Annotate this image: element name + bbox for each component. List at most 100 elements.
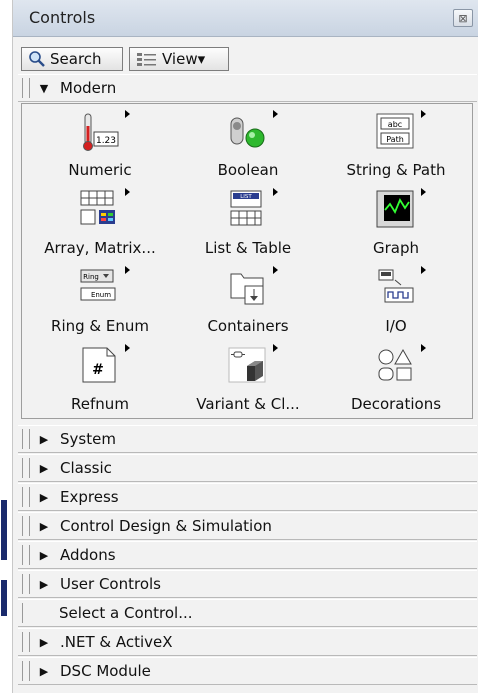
- section-user-controls[interactable]: ▶ User Controls: [18, 570, 477, 598]
- triangle-right-icon[interactable]: ▶: [34, 665, 54, 678]
- palette-item-variant-class[interactable]: Variant & Cl...: [178, 340, 318, 418]
- string-path-icon: abc Path: [376, 113, 414, 149]
- section-modern[interactable]: ▼ Modern: [18, 74, 477, 102]
- numeric-icon: 1.23: [83, 113, 119, 151]
- modern-palette-grid: 1.23 Numeric Boolean abc Path String & P…: [21, 103, 473, 419]
- submenu-arrow-icon: [421, 110, 426, 118]
- drag-grip-icon[interactable]: [22, 458, 30, 478]
- section-label: .NET & ActiveX: [60, 633, 173, 651]
- submenu-arrow-icon: [421, 188, 426, 196]
- list-icon-text: LIST: [240, 194, 252, 200]
- submenu-arrow-icon: [273, 344, 278, 352]
- triangle-right-icon[interactable]: ▶: [34, 433, 54, 446]
- palette-item-list-table[interactable]: LIST List & Table: [178, 184, 318, 262]
- graph-icon: [376, 190, 414, 228]
- triangle-right-icon[interactable]: ▶: [34, 636, 54, 649]
- palette-item-label: Boolean: [217, 161, 279, 179]
- section-control-design-simulation[interactable]: ▶ Control Design & Simulation: [18, 512, 477, 540]
- section-addons[interactable]: ▶ Addons: [18, 541, 477, 569]
- refnum-icon: #: [82, 347, 116, 383]
- submenu-arrow-icon: [273, 188, 278, 196]
- search-button-label: Search: [50, 50, 102, 68]
- palette-item-label: Containers: [207, 317, 289, 335]
- palette-item-graph[interactable]: Graph: [326, 184, 466, 262]
- drag-grip-icon[interactable]: [22, 78, 30, 98]
- triangle-right-icon[interactable]: ▶: [34, 549, 54, 562]
- ring-icon-text: Ring: [83, 273, 99, 281]
- section-system[interactable]: ▶ System: [18, 425, 477, 453]
- view-button[interactable]: View▾: [129, 47, 229, 71]
- section-label: System: [60, 430, 116, 448]
- toolbar: Search View▾: [13, 38, 478, 72]
- array-matrix-icon: [80, 190, 115, 225]
- controls-palette: Controls ⊠ Search View▾ ▼ Modern 1.23 Nu…: [12, 0, 478, 693]
- section-classic[interactable]: ▶ Classic: [18, 454, 477, 482]
- search-icon: [29, 51, 45, 67]
- edge-marker: [1, 500, 7, 560]
- section-net-activex[interactable]: ▶ .NET & ActiveX: [18, 628, 477, 656]
- list-table-icon: LIST: [230, 190, 262, 226]
- refnum-icon-text: #: [92, 362, 104, 378]
- palette-item-label: Numeric: [68, 161, 132, 179]
- triangle-right-icon[interactable]: ▶: [34, 462, 54, 475]
- section-label: DSC Module: [60, 662, 151, 680]
- drag-grip-icon[interactable]: [22, 545, 30, 565]
- section-label: Modern: [60, 79, 117, 97]
- palette-item-label: Graph: [372, 239, 419, 257]
- section-express[interactable]: ▶ Express: [18, 483, 477, 511]
- triangle-down-icon[interactable]: ▼: [34, 82, 54, 95]
- drag-grip-icon[interactable]: [22, 487, 30, 507]
- triangle-right-icon[interactable]: ▶: [34, 520, 54, 533]
- submenu-arrow-icon: [273, 266, 278, 274]
- titlebar: Controls ⊠: [13, 0, 478, 37]
- section-label: Express: [60, 488, 119, 506]
- submenu-arrow-icon: [125, 110, 130, 118]
- drag-grip-icon[interactable]: [22, 661, 30, 681]
- close-button[interactable]: ⊠: [453, 9, 473, 27]
- view-options-icon: [137, 53, 156, 66]
- drag-grip-icon[interactable]: [22, 516, 30, 536]
- boolean-icon: [230, 117, 265, 148]
- palette-item-numeric[interactable]: 1.23 Numeric: [30, 106, 170, 184]
- drag-grip-icon[interactable]: [22, 574, 30, 594]
- section-label: Classic: [60, 459, 112, 477]
- palette-item-decorations[interactable]: Decorations: [326, 340, 466, 418]
- palette-item-containers[interactable]: Containers: [178, 262, 318, 340]
- close-icon: ⊠: [458, 11, 468, 25]
- view-button-label: View▾: [162, 50, 206, 68]
- palette-item-ring-enum[interactable]: Ring Enum Ring & Enum: [30, 262, 170, 340]
- left-edge-strip: [0, 0, 12, 693]
- palette-item-refnum[interactable]: # Refnum: [30, 340, 170, 418]
- palette-item-string-path[interactable]: abc Path String & Path: [326, 106, 466, 184]
- palette-item-label: String & Path: [346, 161, 446, 179]
- string-icon-text: abc: [388, 120, 402, 129]
- section-select-a-control[interactable]: Select a Control...: [18, 599, 477, 627]
- path-icon-text: Path: [386, 135, 404, 144]
- drag-grip-icon[interactable]: [22, 429, 30, 449]
- search-button[interactable]: Search: [21, 47, 123, 71]
- palette-item-label: Decorations: [350, 395, 442, 413]
- palette-item-label: I/O: [385, 317, 407, 335]
- section-label: Control Design & Simulation: [60, 517, 272, 535]
- triangle-right-icon[interactable]: ▶: [34, 578, 54, 591]
- submenu-arrow-icon: [125, 266, 130, 274]
- submenu-arrow-icon: [273, 110, 278, 118]
- palette-item-io[interactable]: I/O: [326, 262, 466, 340]
- palette-item-array-matrix[interactable]: Array, Matrix...: [30, 184, 170, 262]
- edge-marker: [1, 580, 7, 616]
- window-title: Controls: [29, 8, 96, 27]
- submenu-arrow-icon: [421, 266, 426, 274]
- palette-item-label: List & Table: [204, 239, 292, 257]
- palette-item-boolean[interactable]: Boolean: [178, 106, 318, 184]
- palette-item-label: Variant & Cl...: [196, 395, 300, 413]
- ring-enum-icon: Ring Enum: [80, 269, 116, 301]
- palette-item-label: Refnum: [71, 395, 129, 413]
- drag-grip-icon[interactable]: [22, 632, 30, 652]
- section-dsc-module[interactable]: ▶ DSC Module: [18, 657, 477, 685]
- numeric-icon-text: 1.23: [96, 136, 116, 146]
- section-label: Select a Control...: [59, 604, 193, 622]
- palette-item-label: Array, Matrix...: [44, 239, 156, 257]
- submenu-arrow-icon: [125, 188, 130, 196]
- triangle-right-icon[interactable]: ▶: [34, 491, 54, 504]
- drag-grip-icon[interactable]: [22, 603, 29, 623]
